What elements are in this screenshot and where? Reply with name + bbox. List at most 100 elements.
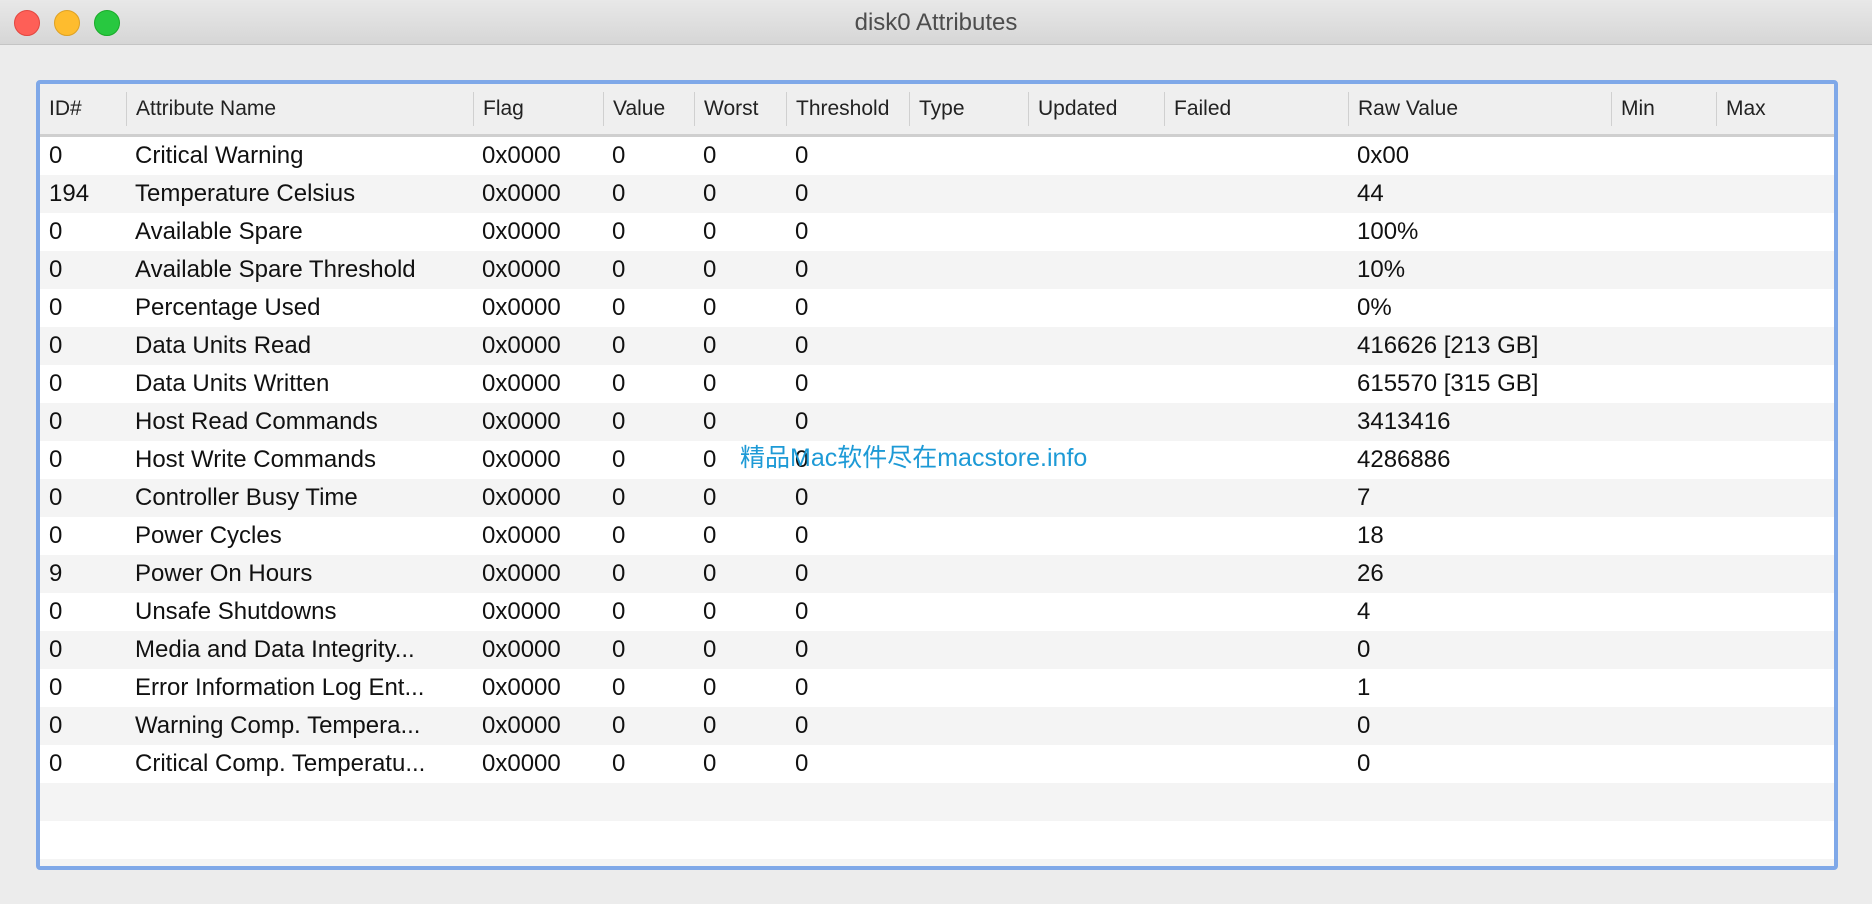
cell-raw-value: 416626 [213 GB] [1357,332,1539,359]
column-header[interactable]: Raw Value [1349,84,1458,134]
cell-value: 0 [612,218,626,245]
cell-flag: 0x0000 [482,636,561,663]
cell-raw-value: 7 [1357,484,1371,511]
table-row[interactable]: 0 Critical Warning 0x0000 0 0 0 0x00 [40,137,1834,175]
cell-updated [1029,251,1037,289]
table-row[interactable]: 0 Controller Busy Time 0x0000 0 0 0 7 [40,479,1834,517]
cell-failed [1165,669,1173,707]
cell-type [910,365,918,403]
column-header[interactable]: Failed [1165,84,1231,134]
column-divider[interactable] [694,92,695,126]
cell-value: 0 [612,332,626,359]
cell-threshold: 0 [795,712,809,739]
cell-failed [1165,631,1173,669]
cell-flag: 0x0000 [482,370,561,397]
column-divider[interactable] [786,92,787,126]
cell-raw-value: 0 [1357,636,1371,663]
column-header[interactable]: Updated [1029,84,1117,134]
cell-failed [1165,289,1173,327]
table-row[interactable]: 194 Temperature Celsius 0x0000 0 0 0 44 [40,175,1834,213]
column-header[interactable]: Worst [695,84,758,134]
cell-failed [1165,175,1173,213]
column-header[interactable]: Threshold [787,84,889,134]
cell-min [1612,593,1620,631]
cell-max [1717,327,1725,365]
cell-id: 0 [49,332,63,359]
cell-max [1717,289,1725,327]
table-row[interactable]: 0 Warning Comp. Tempera... 0x0000 0 0 0 0 [40,707,1834,745]
column-header[interactable]: Type [910,84,965,134]
cell-type [910,555,918,593]
empty-row [40,783,1834,821]
cell-attribute-name: Unsafe Shutdowns [135,598,337,625]
empty-row [40,859,1834,866]
column-header[interactable]: Flag [474,84,524,134]
cell-worst: 0 [703,522,717,549]
cell-type [910,251,918,289]
column-divider[interactable] [1348,92,1349,126]
column-header[interactable]: Min [1612,84,1655,134]
attributes-table[interactable]: ID# Attribute Name Flag Value Worst Threshold… [36,80,1838,870]
column-header[interactable]: Value [604,84,665,134]
cell-type [910,745,918,783]
cell-flag: 0x0000 [482,218,561,245]
cell-updated [1029,365,1037,403]
table-row[interactable]: 0 Critical Comp. Temperatu... 0x0000 0 0 0 0 [40,745,1834,783]
cell-attribute-name: Host Read Commands [135,408,378,435]
cell-value: 0 [612,370,626,397]
column-divider[interactable] [1716,92,1717,126]
column-divider[interactable] [473,92,474,126]
cell-updated [1029,593,1037,631]
cell-threshold: 0 [795,370,809,397]
column-header[interactable]: ID# [40,84,82,134]
cell-attribute-name: Data Units Read [135,332,312,359]
cell-min [1612,137,1620,175]
table-header: ID# Attribute Name Flag Value Worst Threshold… [40,84,1834,137]
cell-attribute-name: Error Information Log Ent... [135,674,425,701]
column-divider[interactable] [1028,92,1029,126]
cell-failed [1165,745,1173,783]
cell-id: 0 [49,446,63,473]
cell-attribute-name: Critical Comp. Temperatu... [135,750,426,777]
table-row[interactable]: 0 Power Cycles 0x0000 0 0 0 18 [40,517,1834,555]
column-header[interactable]: Max [1717,84,1766,134]
table-row[interactable]: 0 Error Information Log Ent... 0x0000 0 0 0 1 [40,669,1834,707]
column-header[interactable]: Attribute Name [127,84,276,134]
cell-id: 0 [49,636,63,663]
cell-attribute-name: Percentage Used [135,294,321,321]
column-divider[interactable] [603,92,604,126]
cell-flag: 0x0000 [482,560,561,587]
cell-flag: 0x0000 [482,712,561,739]
cell-id: 194 [49,180,90,207]
cell-flag: 0x0000 [482,522,561,549]
cell-failed [1165,403,1173,441]
cell-worst: 0 [703,142,717,169]
cell-id: 0 [49,598,63,625]
cell-attribute-name: Power On Hours [135,560,313,587]
cell-type [910,175,918,213]
cell-failed [1165,365,1173,403]
table-row[interactable]: 0 Data Units Written 0x0000 0 0 0 615570 [315 … [40,365,1834,403]
column-divider[interactable] [1611,92,1612,126]
table-row[interactable]: 0 Media and Data Integrity... 0x0000 0 0 0 0 [40,631,1834,669]
cell-min [1612,289,1620,327]
cell-value: 0 [612,294,626,321]
table-row[interactable]: 9 Power On Hours 0x0000 0 0 0 26 [40,555,1834,593]
table-row[interactable]: 0 Host Read Commands 0x0000 0 0 0 3413416 [40,403,1834,441]
cell-max [1717,365,1725,403]
cell-worst: 0 [703,332,717,359]
column-divider[interactable] [1164,92,1165,126]
column-divider[interactable] [126,92,127,126]
cell-raw-value: 4 [1357,598,1371,625]
table-row[interactable]: 0 Percentage Used 0x0000 0 0 0 0% [40,289,1834,327]
cell-id: 0 [49,674,63,701]
table-row[interactable]: 0 Data Units Read 0x0000 0 0 0 416626 [213 GB] [40,327,1834,365]
table-row[interactable]: 0 Available Spare Threshold 0x0000 0 0 0 10% [40,251,1834,289]
table-row[interactable]: 0 Unsafe Shutdowns 0x0000 0 0 0 4 [40,593,1834,631]
table-row[interactable]: 0 Available Spare 0x0000 0 0 0 100% [40,213,1834,251]
cell-failed [1165,327,1173,365]
column-divider[interactable] [909,92,910,126]
cell-max [1717,137,1725,175]
cell-flag: 0x0000 [482,446,561,473]
cell-id: 0 [49,712,63,739]
